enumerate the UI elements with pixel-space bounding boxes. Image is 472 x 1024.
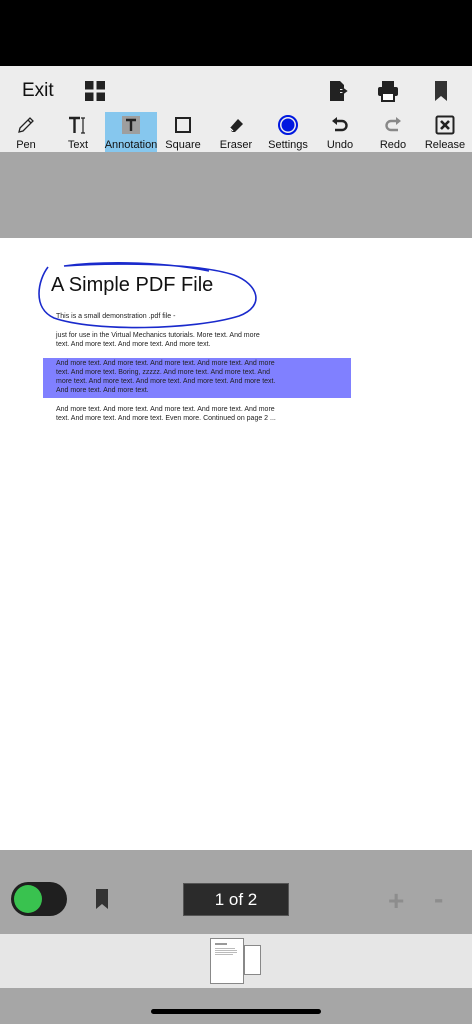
annotation-tool[interactable]: Annotation	[105, 112, 157, 152]
eraser-tool[interactable]: Eraser	[216, 112, 256, 152]
canvas-background	[0, 152, 472, 238]
pdf-text-line: text. And more text. And more text. And …	[56, 341, 211, 348]
release-tool[interactable]: Release	[423, 112, 467, 152]
page-indicator[interactable]: 1 of 2	[183, 883, 289, 916]
square-tool[interactable]: Square	[163, 112, 203, 152]
pdf-text-line: more text. And more text. And more text.…	[56, 378, 276, 385]
toggle-knob	[14, 885, 42, 913]
grid-icon[interactable]	[85, 81, 105, 101]
home-indicator[interactable]	[151, 1009, 321, 1014]
pdf-page[interactable]: A Simple PDF File This is a small demons…	[0, 238, 472, 850]
pen-icon	[18, 117, 34, 133]
release-icon	[435, 115, 455, 135]
text-tool[interactable]: Text	[58, 112, 98, 152]
undo-tool[interactable]: Undo	[320, 112, 360, 152]
pdf-text-line: text. And more text. Boring, zzzzz. And …	[56, 369, 270, 376]
bookmark-icon[interactable]	[96, 889, 108, 909]
print-icon[interactable]	[377, 80, 399, 102]
text-cursor-icon	[69, 116, 85, 134]
zoom-in-button[interactable]: +	[388, 885, 404, 917]
zoom-out-button[interactable]: -	[434, 883, 443, 915]
bookmark-icon[interactable]	[430, 80, 452, 102]
undo-icon	[332, 117, 348, 132]
status-bar	[0, 0, 472, 66]
pen-tool[interactable]: Pen	[6, 112, 46, 152]
square-icon	[175, 117, 191, 133]
redo-icon	[385, 117, 401, 132]
thumbnail-preview	[215, 943, 237, 955]
pdf-text-line: And more text. And more text.	[56, 387, 149, 394]
pdf-text-line: This is a small demonstration .pdf file …	[56, 313, 176, 320]
settings-tool[interactable]: Settings	[266, 112, 310, 152]
tool-row: Pen Text Annotation Square Eraser Settin…	[0, 112, 472, 152]
home-indicator-area	[0, 988, 472, 1024]
exit-button[interactable]: Exit	[22, 80, 54, 102]
thumbnail-strip	[0, 934, 472, 988]
bottom-bar: 1 of 2 + -	[0, 852, 472, 934]
redo-tool[interactable]: Redo	[373, 112, 413, 152]
eraser-icon	[229, 119, 243, 132]
export-icon[interactable]	[327, 80, 349, 102]
pdf-text-line: And more text. And more text. And more t…	[56, 360, 275, 367]
settings-circle-icon	[278, 115, 298, 135]
page-thumbnail-2[interactable]	[244, 945, 261, 975]
annotation-icon	[122, 116, 140, 134]
pdf-text-line: just for use in the Virtual Mechanics tu…	[56, 332, 260, 339]
top-toolbar: Exit Pen Text Annotation Square Eraser S…	[0, 66, 472, 152]
toggle-switch[interactable]	[11, 882, 67, 916]
pdf-text-line: And more text. And more text. And more t…	[56, 406, 275, 413]
page-thumbnail-1[interactable]	[210, 938, 244, 984]
pdf-text-line: text. And more text. And more text. Even…	[56, 415, 276, 422]
